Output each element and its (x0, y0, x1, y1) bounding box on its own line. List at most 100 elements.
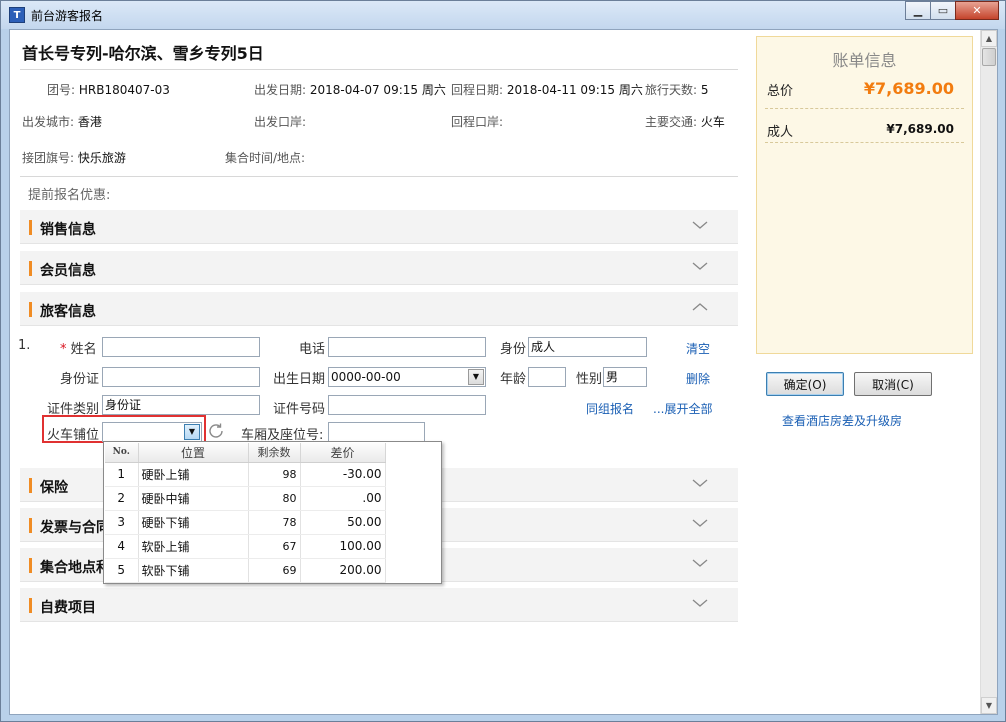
flag-value: 快乐旅游 (77, 151, 126, 165)
depart-port-label: 出发口岸: (254, 115, 307, 129)
gender-label: 性别 (576, 372, 603, 387)
section-label: 发票与合同 (40, 520, 110, 536)
chevron-down-icon (692, 221, 708, 229)
section-traveler[interactable]: 旅客信息 (20, 292, 738, 326)
cell-no: 1 (105, 462, 139, 487)
section-sales[interactable]: 销售信息 (20, 210, 738, 244)
phone-input[interactable] (328, 337, 486, 357)
cell-position: 软卧上铺 (138, 534, 249, 559)
seat-input[interactable] (328, 422, 425, 442)
section-label: 销售信息 (40, 222, 96, 238)
transport-value: 火车 (700, 115, 725, 129)
table-header-row: No. 位置 剩余数 差价 (105, 443, 386, 463)
main-content: 首长号专列-哈尔滨、雪乡专列5日 团号: HRB180407-03 出发日期: … (9, 29, 998, 715)
section-accent (29, 478, 32, 493)
depart-port: 出发口岸: (254, 113, 306, 130)
table-row[interactable]: 1 硬卧上铺 98 -30.00 (105, 462, 386, 487)
return-port: 回程口岸: (451, 113, 503, 130)
confirm-button[interactable]: 确定(O) (766, 372, 844, 396)
depart-city-label: 出发城市: (22, 115, 75, 129)
col-header-diff: 差价 (300, 443, 386, 463)
cell-no: 3 (105, 510, 139, 535)
scroll-thumb[interactable] (982, 48, 996, 66)
birth-label: 出生日期 (273, 372, 326, 387)
section-member[interactable]: 会员信息 (20, 251, 738, 285)
gender-input[interactable]: 男 (603, 367, 647, 387)
berth-dropdown[interactable]: No. 位置 剩余数 差价 1 硬卧上铺 98 -30.00 2 硬卧中铺 80… (103, 441, 442, 584)
section-selfpay[interactable]: 自费项目 (20, 588, 738, 622)
app-window: T 前台游客报名 ▁ ▭ ✕ 首长号专列-哈尔滨、雪乡专列5日 团号: HRB1… (0, 0, 1006, 722)
window-title: 前台游客报名 (31, 9, 104, 23)
bill-panel: 账单信息 总价 ¥7,689.00 成人 ¥7,689.00 (756, 36, 973, 354)
name-input[interactable] (102, 337, 260, 357)
id-card-input[interactable] (102, 367, 260, 387)
return-port-label: 回程口岸: (451, 115, 504, 129)
scroll-up-icon[interactable]: ▲ (981, 30, 997, 47)
berth-select[interactable]: ▼ (102, 422, 202, 442)
scroll-down-icon[interactable]: ▼ (981, 697, 997, 714)
divider (765, 108, 964, 109)
table-row[interactable]: 3 硬卧下铺 78 50.00 (105, 510, 386, 535)
title-bar[interactable]: T 前台游客报名 ▁ ▭ ✕ (1, 1, 1005, 29)
required-mark: * (60, 342, 67, 357)
app-icon: T (9, 7, 25, 23)
cell-diff: 100.00 (300, 534, 386, 559)
clear-link[interactable]: 清空 (686, 340, 710, 357)
minimize-button[interactable]: ▁ (905, 1, 931, 20)
expand-all-link[interactable]: ...展开全部 (653, 400, 712, 417)
age-input[interactable] (528, 367, 566, 387)
trip-days: 旅行天数: 5 (645, 81, 709, 98)
dropdown-arrow-icon[interactable]: ▼ (468, 369, 484, 385)
cell-no: 5 (105, 558, 139, 583)
cancel-button[interactable]: 取消(C) (854, 372, 932, 396)
identity-input[interactable]: 成人 (528, 337, 647, 357)
chevron-up-icon (692, 303, 708, 311)
cell-diff: .00 (300, 486, 386, 511)
doc-type-input[interactable]: 身份证 (102, 395, 260, 415)
cell-position: 硬卧下铺 (138, 510, 249, 535)
cell-no: 2 (105, 486, 139, 511)
chevron-down-icon (692, 519, 708, 527)
flag: 接团旗号: 快乐旅游 (22, 149, 126, 166)
close-button[interactable]: ✕ (955, 1, 999, 20)
col-header-no: No. (105, 443, 139, 463)
refresh-icon[interactable] (206, 421, 226, 441)
identity-label: 身份 (500, 342, 527, 357)
hotel-upgrade-link[interactable]: 查看酒店房差及升级房 (782, 412, 902, 429)
age-label: 年龄 (500, 372, 527, 387)
table-row[interactable]: 5 软卧下铺 69 200.00 (105, 558, 386, 583)
birth-value: 0000-00-00 (331, 370, 401, 384)
adult-label: 成人 (767, 125, 794, 140)
transport-label: 主要交通: (645, 115, 698, 129)
section-accent (29, 558, 32, 573)
table-row[interactable]: 2 硬卧中铺 80 .00 (105, 486, 386, 511)
phone-label: 电话 (299, 342, 326, 357)
name-label: * 姓名 (60, 342, 97, 357)
depart-date-label: 出发日期: (254, 83, 307, 97)
delete-link[interactable]: 删除 (686, 370, 710, 387)
cell-position: 硬卧中铺 (138, 486, 249, 511)
cell-no: 4 (105, 534, 139, 559)
meet-point: 集合时间/地点: (225, 149, 305, 166)
chevron-down-icon (692, 559, 708, 567)
trip-days-label: 旅行天数: (645, 83, 698, 97)
doc-no-input[interactable] (328, 395, 486, 415)
table-row[interactable]: 4 软卧上铺 67 100.00 (105, 534, 386, 559)
birth-select[interactable]: 0000-00-00 ▼ (328, 367, 486, 387)
divider (765, 142, 964, 143)
vertical-scrollbar[interactable]: ▲ ▼ (980, 30, 997, 714)
section-accent (29, 598, 32, 613)
depart-date: 出发日期: 2018-04-07 09:15 周六 (254, 81, 446, 98)
same-group-link[interactable]: 同组报名 (586, 400, 634, 417)
group-no-value: HRB180407-03 (78, 83, 170, 97)
depart-date-value: 2018-04-07 09:15 周六 (309, 83, 446, 97)
maximize-button[interactable]: ▭ (930, 1, 956, 20)
divider (20, 69, 738, 70)
section-label: 保险 (40, 480, 68, 496)
cell-remaining: 98 (248, 462, 301, 487)
bill-title: 账单信息 (832, 51, 897, 70)
return-date: 回程日期: 2018-04-11 09:15 周六 (451, 81, 643, 98)
chevron-down-icon (692, 262, 708, 270)
berth-table: No. 位置 剩余数 差价 1 硬卧上铺 98 -30.00 2 硬卧中铺 80… (105, 443, 386, 583)
dropdown-arrow-icon[interactable]: ▼ (184, 424, 200, 440)
